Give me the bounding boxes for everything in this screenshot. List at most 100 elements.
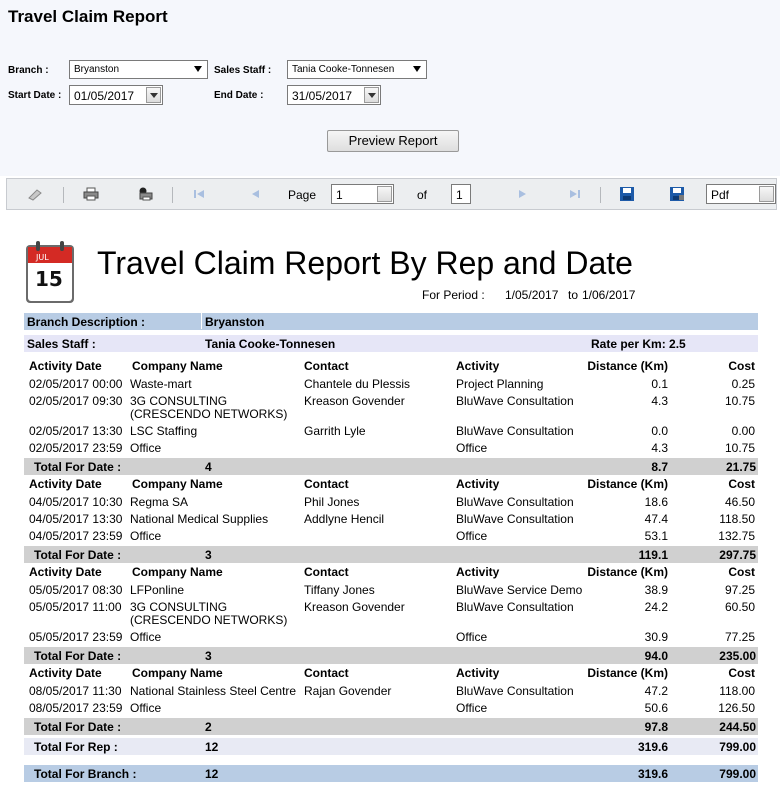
period-label: For Period :	[422, 288, 485, 302]
column-header-company: Company Name	[132, 565, 223, 579]
column-header-activity: Activity	[456, 477, 500, 491]
branch-total-cost: 799.00	[719, 767, 756, 781]
chevron-down-icon[interactable]	[377, 186, 392, 202]
next-page-icon[interactable]	[515, 187, 531, 201]
row-activity: Office	[456, 529, 488, 543]
row-company-line2: (CRESCENDO NETWORKS)	[130, 613, 288, 627]
column-header-cost: Cost	[728, 477, 755, 491]
branch-label: Branch :	[8, 65, 49, 76]
date-total-count: 3	[205, 548, 212, 562]
branch-total-label: Total For Branch :	[34, 767, 137, 781]
print-setup-icon[interactable]	[137, 187, 153, 201]
date-total-distance: 8.7	[651, 460, 668, 474]
row-activity: BluWave Consultation	[456, 684, 574, 698]
export-format-select[interactable]: Pdf	[706, 184, 776, 204]
row-activity: BluWave Consultation	[456, 495, 574, 509]
page-select[interactable]: 1	[331, 184, 394, 204]
date-total-label: Total For Date :	[34, 720, 122, 734]
column-header-distance: Distance (Km)	[587, 477, 668, 491]
row-distance: 38.9	[644, 583, 668, 597]
end-date-picker[interactable]: 31/05/2017	[287, 85, 381, 105]
row-cost: 0.25	[731, 377, 755, 391]
row-activity: BluWave Service Demo	[456, 583, 583, 597]
column-header-distance: Distance (Km)	[587, 359, 668, 373]
row-distance: 24.2	[644, 600, 668, 614]
branch-description-label: Branch Description :	[27, 315, 146, 329]
toolbar-divider	[63, 187, 64, 203]
sales-staff-select[interactable]: Tania Cooke-Tonnesen	[287, 60, 427, 79]
calendar-day: 15	[35, 267, 63, 291]
row-contact: Tiffany Jones	[304, 583, 375, 597]
save-icon[interactable]	[619, 187, 635, 201]
row-activity: Project Planning	[456, 377, 544, 391]
row-activity: Office	[456, 441, 488, 455]
last-page-icon[interactable]	[567, 187, 583, 201]
chevron-down-icon	[413, 66, 421, 72]
previous-page-icon[interactable]	[247, 187, 263, 201]
preview-report-button[interactable]: Preview Report	[327, 130, 459, 152]
row-distance: 0.1	[651, 377, 668, 391]
date-total-distance: 94.0	[644, 649, 668, 663]
row-contact: Phil Jones	[304, 495, 360, 509]
column-header-contact: Contact	[304, 565, 349, 579]
row-contact: Chantele du Plessis	[304, 377, 411, 391]
date-total-cost: 235.00	[719, 649, 756, 663]
column-header-distance: Distance (Km)	[587, 666, 668, 680]
end-date-label: End Date :	[214, 90, 264, 101]
row-cost: 46.50	[724, 495, 755, 509]
branch-total-count: 12	[205, 767, 219, 781]
export-icon[interactable]	[669, 187, 685, 201]
row-distance: 53.1	[644, 529, 668, 543]
row-cost: 60.50	[724, 600, 755, 614]
calendar-dropdown-icon[interactable]	[364, 87, 379, 103]
row-company: LFPonline	[130, 583, 185, 597]
rep-total-cost: 799.00	[719, 740, 756, 754]
row-distance: 30.9	[644, 630, 668, 644]
row-company: Office	[130, 701, 162, 715]
start-date-picker[interactable]: 01/05/2017	[69, 85, 163, 105]
sales-staff-row: Sales Staff : Tania Cooke-Tonnesen Rate …	[24, 335, 758, 352]
filter-panel: Travel Claim Report Branch : Bryanston S…	[0, 0, 780, 176]
row-cost: 10.75	[724, 441, 755, 455]
column-header-company: Company Name	[132, 666, 223, 680]
row-contact: Rajan Govender	[304, 684, 392, 698]
branch-select[interactable]: Bryanston	[69, 60, 208, 79]
column-header-contact: Contact	[304, 477, 349, 491]
start-date-value: 01/05/2017	[74, 89, 135, 103]
row-divider	[201, 312, 202, 329]
column-header-cost: Cost	[728, 565, 755, 579]
chevron-down-icon	[194, 66, 202, 72]
column-header-activity: Activity	[456, 359, 500, 373]
row-distance: 47.2	[644, 684, 668, 698]
row-company: LSC Staffing	[130, 424, 198, 438]
row-company: National Stainless Steel Centre	[130, 684, 297, 698]
column-header-distance: Distance (Km)	[587, 565, 668, 579]
row-cost: 10.75	[724, 394, 755, 408]
column-header-company: Company Name	[132, 359, 223, 373]
row-cost: 126.50	[718, 701, 755, 715]
date-total-cost: 244.50	[719, 720, 756, 734]
sales-staff-row-value: Tania Cooke-Tonnesen	[205, 337, 336, 351]
column-header-date: Activity Date	[29, 359, 102, 373]
row-cost: 97.25	[724, 583, 755, 597]
row-date: 04/05/2017 13:30	[29, 512, 123, 526]
calendar-dropdown-icon[interactable]	[146, 87, 161, 103]
date-total-label: Total For Date :	[34, 548, 122, 562]
row-date: 08/05/2017 23:59	[29, 701, 123, 715]
row-distance: 47.4	[644, 512, 668, 526]
date-total-distance: 97.8	[644, 720, 668, 734]
print-icon[interactable]	[83, 187, 99, 201]
first-page-icon[interactable]	[191, 187, 207, 201]
toggle-icon[interactable]	[27, 187, 43, 201]
chevron-down-icon[interactable]	[759, 186, 774, 202]
column-header-cost: Cost	[728, 359, 755, 373]
row-contact: Addlyne Hencil	[304, 512, 385, 526]
row-company: National Medical Supplies	[130, 512, 269, 526]
date-total-count: 3	[205, 649, 212, 663]
branch-description-row: Branch Description : Bryanston	[24, 312, 758, 330]
rate-per-km: Rate per Km: 2.5	[591, 337, 686, 351]
end-date-value: 31/05/2017	[292, 89, 353, 103]
toolbar-divider	[600, 187, 601, 203]
row-company: Office	[130, 630, 162, 644]
row-company: Waste-mart	[130, 377, 192, 391]
